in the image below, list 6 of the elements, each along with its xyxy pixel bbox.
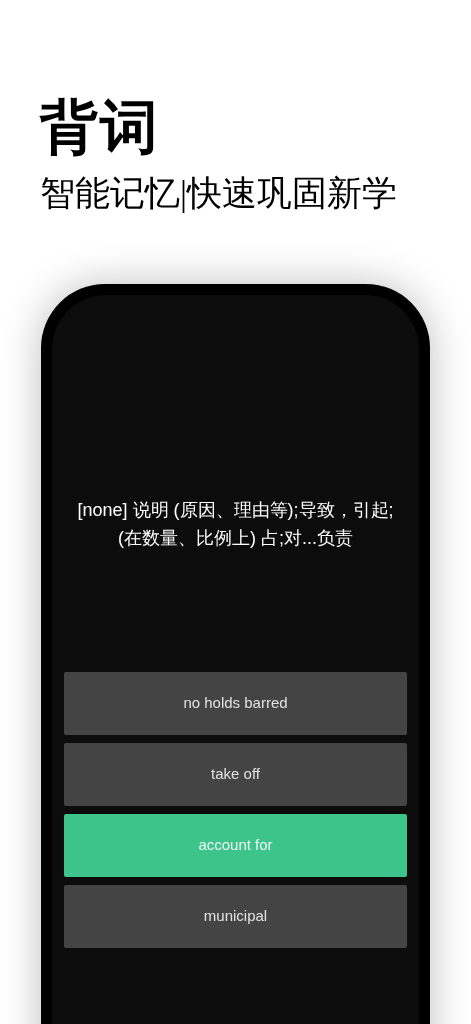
definition-text: [none] 说明 (原因、理由等);导致，引起;(在数量、比例上) 占;对...负责 [76,499,395,550]
answer-option[interactable]: municipal [64,885,407,948]
answer-option[interactable]: take off [64,743,407,806]
answer-option[interactable]: no holds barred [64,672,407,735]
tagline: 智能记忆|快速巩固新学 [40,173,398,215]
app-title: 背词 [40,94,161,162]
